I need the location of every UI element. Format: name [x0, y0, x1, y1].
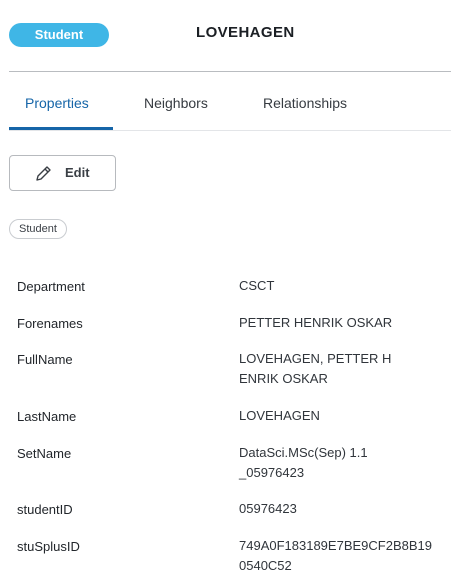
node-header: Student LOVEHAGEN: [0, 0, 451, 72]
tabs-divider: [9, 130, 451, 131]
pencil-icon: [34, 164, 53, 183]
property-value: CSCT: [239, 278, 275, 293]
property-value: PETTER HENRIK OSKAR: [239, 315, 393, 330]
tab-relationships[interactable]: Relationships: [263, 86, 347, 130]
tab-properties[interactable]: Properties: [25, 86, 89, 130]
edit-button[interactable]: Edit: [9, 155, 116, 191]
property-value: DataSci.MSc(Sep) 1.1_05976423: [239, 445, 368, 480]
tab-bar: Properties Neighbors Relationships: [9, 86, 451, 131]
node-type-badge[interactable]: Student: [9, 23, 109, 47]
property-key: Department: [17, 279, 85, 294]
property-key: FullName: [17, 352, 73, 367]
property-key: SetName: [17, 446, 72, 461]
property-value: LOVEHAGEN: [239, 408, 320, 423]
property-value: 05976423: [239, 501, 297, 516]
tab-neighbors[interactable]: Neighbors: [144, 86, 208, 130]
property-value: 749A0F183189E7BE9CF2B8B190540C52: [239, 538, 432, 573]
property-key: Forenames: [17, 316, 83, 331]
property-key: stuSplusID: [17, 539, 80, 554]
property-key: LastName: [17, 409, 77, 424]
header-divider: [9, 71, 451, 72]
property-value: LOVEHAGEN, PETTER HENRIK OSKAR: [239, 351, 392, 386]
node-title: LOVEHAGEN: [196, 24, 295, 41]
edit-button-label: Edit: [65, 165, 90, 180]
property-key: studentID: [17, 502, 73, 517]
node-label-chip: Student: [9, 219, 67, 239]
